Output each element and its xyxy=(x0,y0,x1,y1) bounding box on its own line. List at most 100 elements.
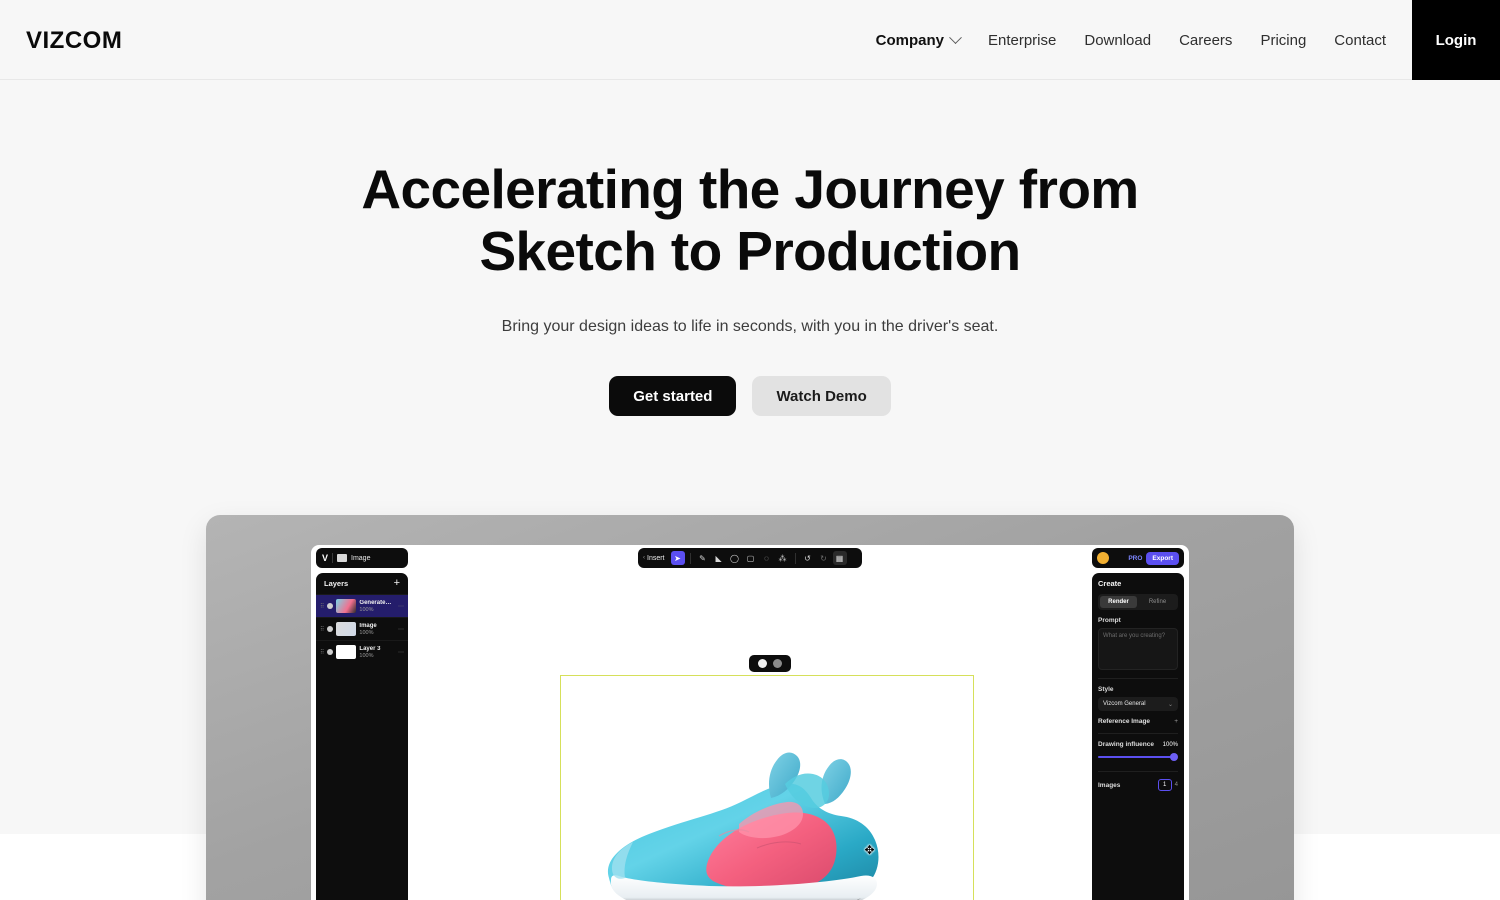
nav-item-pricing[interactable]: Pricing xyxy=(1246,32,1320,49)
nav-item-enterprise[interactable]: Enterprise xyxy=(974,32,1070,49)
divider xyxy=(1098,771,1178,772)
layer-thumbnail xyxy=(336,622,357,636)
divider xyxy=(689,552,691,564)
page-root: VIZCOM Company Enterprise Download Caree… xyxy=(0,0,1500,900)
prompt-input[interactable]: What are you creating? xyxy=(1098,628,1178,670)
table-row[interactable]: ⠿ Layer 3 100% ⋯ xyxy=(316,640,408,663)
slider-fill xyxy=(1098,756,1174,758)
ellipse-tool-icon[interactable]: ◯ xyxy=(728,551,742,565)
style-label: Style xyxy=(1098,686,1114,693)
visibility-icon[interactable] xyxy=(327,649,334,655)
layer-more-icon[interactable]: ⋯ xyxy=(398,649,404,656)
tab-render[interactable]: Render xyxy=(1100,596,1137,608)
account-bar: PRO Export xyxy=(1092,548,1184,568)
canvas-floating-toolbar xyxy=(749,655,791,672)
outline-circle-icon[interactable] xyxy=(773,659,782,668)
hero-cta-row: Get started Watch Demo xyxy=(0,376,1500,416)
layer-name: Generated 3D m... xyxy=(359,599,395,606)
watch-demo-button[interactable]: Watch Demo xyxy=(752,376,891,416)
nav-item-contact[interactable]: Contact xyxy=(1320,32,1400,49)
images-stepper[interactable]: 1 4 xyxy=(1157,779,1178,791)
undo-icon[interactable]: ↺ xyxy=(801,551,815,565)
drag-handle-icon[interactable]: ⠿ xyxy=(320,603,324,610)
filled-circle-icon[interactable] xyxy=(758,659,767,668)
chevron-down-icon: ⌄ xyxy=(1167,701,1173,708)
layer-meta: Layer 3 100% xyxy=(359,646,395,659)
layer-meta: Generated 3D m... 100% xyxy=(359,600,395,613)
eraser-tool-icon[interactable]: ◣ xyxy=(712,551,726,565)
drag-handle-icon[interactable]: ⠿ xyxy=(320,649,324,656)
generated-shoe-render xyxy=(607,752,879,900)
canvas-selection-frame[interactable]: ✥ xyxy=(560,675,974,900)
table-row[interactable]: ⠿ Image 100% ⋯ xyxy=(316,617,408,640)
layer-opacity: 100% xyxy=(359,652,374,659)
hero-subtitle: Bring your design ideas to life in secon… xyxy=(501,318,999,335)
add-layer-button[interactable]: + xyxy=(394,578,400,589)
layer-opacity: 100% xyxy=(359,606,374,613)
nav-item-download[interactable]: Download xyxy=(1070,32,1165,49)
hero-title-line-2: Sketch to Production xyxy=(479,220,1021,282)
layer-name: Image xyxy=(359,622,377,629)
back-chevron-icon[interactable]: ‹ xyxy=(643,555,645,561)
rectangle-tool-icon[interactable]: ▢ xyxy=(744,551,758,565)
app-screen: V Image Layers + ⠿ Generated 3D m... xyxy=(311,545,1189,900)
table-row[interactable]: ⠿ Generated 3D m... 100% ⋯ xyxy=(316,594,408,617)
nodes-tool-icon[interactable]: ⁂ xyxy=(776,551,790,565)
divider xyxy=(794,552,796,564)
lasso-tool-icon[interactable]: ◌ xyxy=(760,551,774,565)
cursor-tool-icon[interactable]: ➤ xyxy=(670,551,685,565)
create-mode-tabs: Render Refine xyxy=(1098,594,1178,610)
drawing-influence-label: Drawing influence xyxy=(1098,741,1154,748)
layer-more-icon[interactable]: ⋯ xyxy=(398,603,404,610)
reference-image-row[interactable]: Reference Image + xyxy=(1098,718,1178,725)
export-button[interactable]: Export xyxy=(1146,551,1179,565)
style-select[interactable]: Vizcom General ⌄ xyxy=(1098,697,1178,711)
login-button[interactable]: Login xyxy=(1412,0,1500,80)
layers-panel-header: Layers + xyxy=(316,578,408,594)
images-count-alt[interactable]: 4 xyxy=(1175,782,1178,788)
add-reference-icon[interactable]: + xyxy=(1174,718,1178,725)
move-cursor-icon: ✥ xyxy=(864,843,875,857)
reference-image-label: Reference Image xyxy=(1098,718,1151,725)
create-panel-title: Create xyxy=(1098,579,1122,588)
brand-logo[interactable]: VIZCOM xyxy=(26,27,122,55)
tab-refine[interactable]: Refine xyxy=(1139,596,1176,608)
document-chip-label: Image xyxy=(351,554,371,562)
drawing-influence-value: 100% xyxy=(1162,741,1178,748)
divider xyxy=(332,553,334,563)
divider xyxy=(1098,678,1178,679)
nav-item-company-label: Company xyxy=(875,31,944,49)
layers-title: Layers xyxy=(324,579,349,588)
pen-tool-icon[interactable]: ✎ xyxy=(696,551,710,565)
images-label: Images xyxy=(1098,781,1121,789)
laptop-mockup: V Image Layers + ⠿ Generated 3D m... xyxy=(206,515,1294,900)
hero-title-line-1: Accelerating the Journey from xyxy=(361,158,1139,220)
layer-meta: Image 100% xyxy=(359,623,395,636)
slider-knob[interactable] xyxy=(1170,753,1178,761)
plan-badge: PRO xyxy=(1128,554,1143,562)
layer-name: Layer 3 xyxy=(359,645,381,652)
visibility-icon[interactable] xyxy=(327,626,334,632)
create-panel: Create Render Refine Prompt What are you… xyxy=(1092,573,1184,900)
drawing-influence-slider[interactable] xyxy=(1098,753,1178,761)
avatar[interactable] xyxy=(1097,552,1109,564)
nav-item-company[interactable]: Company xyxy=(862,30,974,49)
get-started-button[interactable]: Get started xyxy=(609,376,737,416)
layer-thumbnail xyxy=(336,599,357,613)
toolbar-mode-label: Insert xyxy=(647,554,665,562)
more-options-icon[interactable]: ▦ xyxy=(832,551,847,565)
layer-more-icon[interactable]: ⋯ xyxy=(398,626,404,633)
divider xyxy=(1098,733,1178,734)
drag-handle-icon[interactable]: ⠿ xyxy=(320,626,324,633)
images-count-value[interactable]: 1 xyxy=(1157,779,1172,791)
visibility-icon[interactable] xyxy=(327,603,334,609)
nav-item-careers[interactable]: Careers xyxy=(1165,32,1246,49)
redo-icon[interactable]: ↻ xyxy=(817,551,831,565)
images-row: Images 1 4 xyxy=(1098,779,1178,791)
drawing-influence-row: Drawing influence 100% xyxy=(1098,741,1178,748)
layer-opacity: 100% xyxy=(359,629,374,636)
layer-thumbnail xyxy=(336,645,357,659)
document-chip[interactable]: V Image xyxy=(316,548,408,568)
vizcom-logo-icon: V xyxy=(322,552,329,563)
prompt-label: Prompt xyxy=(1098,617,1121,624)
